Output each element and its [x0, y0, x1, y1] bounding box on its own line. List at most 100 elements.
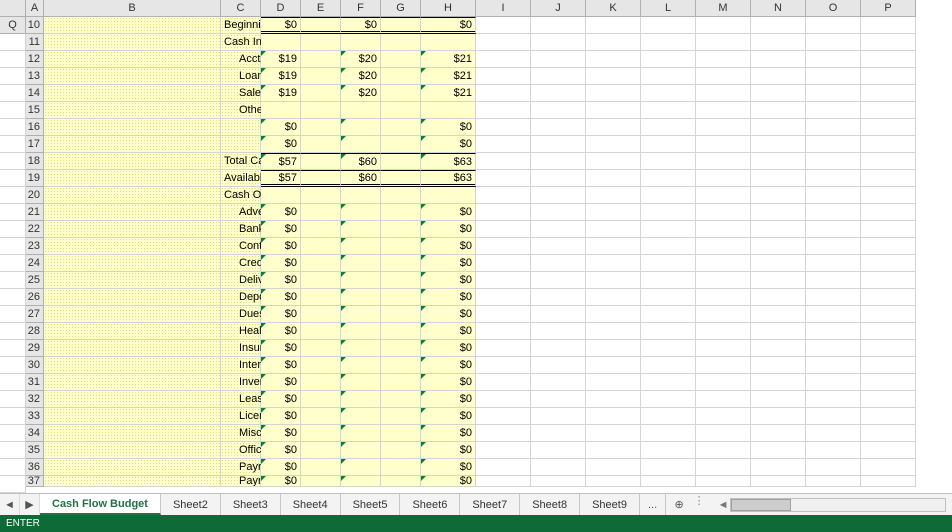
cell-M25[interactable] [751, 272, 806, 289]
cell-G21[interactable]: $0 [421, 204, 476, 221]
cell-O34[interactable] [861, 425, 916, 442]
cell-C10[interactable]: $0 [261, 17, 301, 34]
cell-H37[interactable] [476, 476, 531, 487]
cell-L26[interactable] [696, 289, 751, 306]
cell-K17[interactable] [641, 136, 696, 153]
cell-O24[interactable] [861, 255, 916, 272]
row-header-19[interactable]: 19 [26, 170, 44, 187]
cell-O13[interactable] [861, 68, 916, 85]
cell-D11[interactable] [301, 34, 341, 51]
cell-H25[interactable] [476, 272, 531, 289]
cell-N37[interactable] [806, 476, 861, 487]
scroll-left-button[interactable]: ◄ [716, 499, 730, 511]
cell-C16[interactable]: $0 [261, 119, 301, 136]
cell-I12[interactable] [531, 51, 586, 68]
cell-J37[interactable] [586, 476, 641, 487]
column-header-J[interactable]: J [531, 0, 586, 17]
sheet-tab-sheet2[interactable]: Sheet2 [161, 494, 221, 515]
cell-P13[interactable] [0, 85, 26, 102]
cell-I23[interactable] [531, 238, 586, 255]
cell-N15[interactable] [806, 102, 861, 119]
row-header-12[interactable]: 12 [26, 51, 44, 68]
cell-P34[interactable] [0, 442, 26, 459]
cell-P35[interactable] [0, 459, 26, 476]
cell-B16[interactable] [221, 119, 261, 136]
cell-F22[interactable] [381, 221, 421, 238]
cell-K19[interactable] [641, 170, 696, 187]
cell-K10[interactable] [641, 17, 696, 34]
cell-L14[interactable] [696, 85, 751, 102]
cell-B11[interactable]: Cash Inflows (Income): [221, 34, 261, 51]
row-header-20[interactable]: 20 [26, 187, 44, 204]
cell-J14[interactable] [586, 85, 641, 102]
cell-P36[interactable] [0, 476, 26, 493]
row-header-27[interactable]: 27 [26, 306, 44, 323]
cell-J20[interactable] [586, 187, 641, 204]
cell-P32[interactable] [0, 408, 26, 425]
cell-G32[interactable]: $0 [421, 391, 476, 408]
cell-C18[interactable]: $57 [261, 153, 301, 170]
sheet-tab-sheet5[interactable]: Sheet5 [341, 494, 401, 515]
cell-E35[interactable] [341, 442, 381, 459]
cell-F28[interactable] [381, 323, 421, 340]
cell-H11[interactable] [476, 34, 531, 51]
cell-J31[interactable] [586, 374, 641, 391]
cell-M20[interactable] [751, 187, 806, 204]
cell-K35[interactable] [641, 442, 696, 459]
cell-F23[interactable] [381, 238, 421, 255]
cell-O20[interactable] [861, 187, 916, 204]
cell-K14[interactable] [641, 85, 696, 102]
cell-B30[interactable]: Interest [221, 357, 261, 374]
cell-N33[interactable] [806, 408, 861, 425]
cell-A37[interactable] [44, 476, 221, 487]
cell-P11[interactable] [0, 51, 26, 68]
cell-P30[interactable] [0, 374, 26, 391]
cell-J25[interactable] [586, 272, 641, 289]
cell-H13[interactable] [476, 68, 531, 85]
cell-A27[interactable] [44, 306, 221, 323]
row-header-11[interactable]: 11 [26, 34, 44, 51]
cell-H33[interactable] [476, 408, 531, 425]
cell-A28[interactable] [44, 323, 221, 340]
cell-L25[interactable] [696, 272, 751, 289]
column-header-N[interactable]: N [751, 0, 806, 17]
row-header-14[interactable]: 14 [26, 85, 44, 102]
cell-B29[interactable]: Insurance [221, 340, 261, 357]
cell-E17[interactable] [341, 136, 381, 153]
cell-G14[interactable]: $21 [421, 85, 476, 102]
cell-E13[interactable]: $20 [341, 68, 381, 85]
cell-I36[interactable] [531, 459, 586, 476]
cell-N23[interactable] [806, 238, 861, 255]
cell-N22[interactable] [806, 221, 861, 238]
cell-H19[interactable] [476, 170, 531, 187]
cell-L27[interactable] [696, 306, 751, 323]
cell-J22[interactable] [586, 221, 641, 238]
cell-N21[interactable] [806, 204, 861, 221]
cell-B28[interactable]: Health Insurance [221, 323, 261, 340]
cell-G34[interactable]: $0 [421, 425, 476, 442]
cell-D33[interactable] [301, 408, 341, 425]
cell-A14[interactable] [44, 85, 221, 102]
cell-N17[interactable] [806, 136, 861, 153]
cell-O25[interactable] [861, 272, 916, 289]
cell-J18[interactable] [586, 153, 641, 170]
cell-C11[interactable] [261, 34, 301, 51]
cell-D25[interactable] [301, 272, 341, 289]
cell-C29[interactable]: $0 [261, 340, 301, 357]
cell-C14[interactable]: $19 [261, 85, 301, 102]
cell-O31[interactable] [861, 374, 916, 391]
add-sheet-button[interactable]: ⊕ [666, 494, 692, 515]
cell-J32[interactable] [586, 391, 641, 408]
cell-J28[interactable] [586, 323, 641, 340]
cell-A18[interactable] [44, 153, 221, 170]
cell-F17[interactable] [381, 136, 421, 153]
cell-A16[interactable] [44, 119, 221, 136]
cell-B24[interactable]: Credit Card Fees [221, 255, 261, 272]
row-header-18[interactable]: 18 [26, 153, 44, 170]
cell-E32[interactable] [341, 391, 381, 408]
cell-B22[interactable]: Bank Service Charges [221, 221, 261, 238]
row-header-22[interactable]: 22 [26, 221, 44, 238]
column-header-H[interactable]: H [421, 0, 476, 17]
cell-N34[interactable] [806, 425, 861, 442]
cell-D19[interactable] [301, 170, 341, 187]
